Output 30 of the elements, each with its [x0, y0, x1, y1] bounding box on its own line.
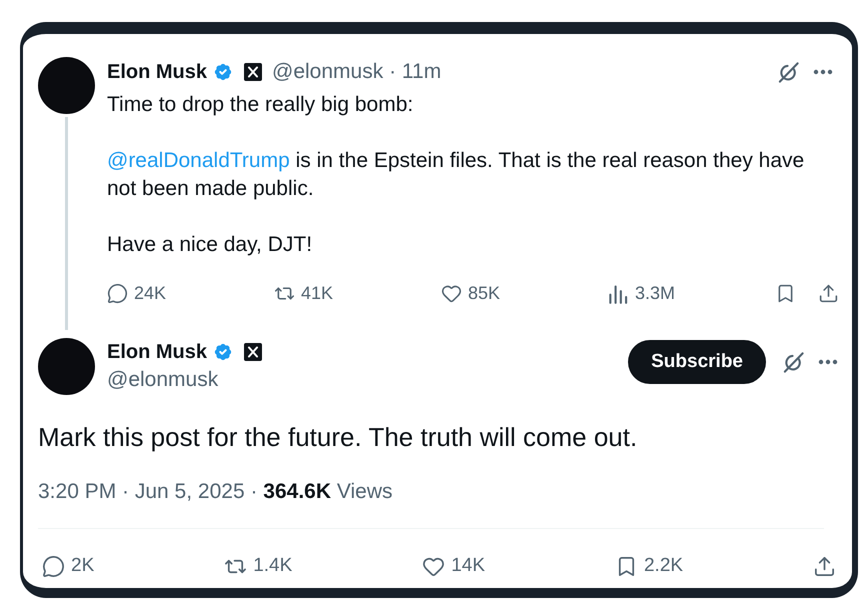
- author-name[interactable]: Elon Musk: [107, 337, 208, 367]
- reply-button[interactable]: 24K: [107, 280, 166, 306]
- share-button[interactable]: [813, 554, 836, 578]
- post-text: Time to drop the really big bomb:: [107, 92, 414, 118]
- share-icon: [813, 554, 836, 578]
- subscribe-button[interactable]: Subscribe: [628, 340, 766, 384]
- more-icon[interactable]: [813, 69, 833, 75]
- share-icon: [818, 282, 839, 304]
- post-text: Mark this post for the future. The truth will come out.: [38, 421, 638, 453]
- repost-button[interactable]: 1.4K: [224, 552, 292, 580]
- share-button[interactable]: [818, 282, 839, 304]
- bar-chart-icon: [608, 282, 629, 304]
- post-text: @realDonaldTrump is in the Epstein files. That is the real reason they have not been made public.: [107, 148, 806, 202]
- reply-button[interactable]: 2K: [42, 552, 94, 580]
- speech-bubble-icon: [42, 554, 65, 578]
- like-button[interactable]: 14K: [422, 552, 486, 580]
- views-button[interactable]: 3.3M: [608, 280, 676, 306]
- post-text: Have a nice day, DJT!: [107, 232, 314, 258]
- author-name[interactable]: Elon Musk: [107, 57, 208, 87]
- slashed-circle-icon[interactable]: [777, 60, 800, 84]
- speech-bubble-icon: [107, 282, 128, 304]
- slashed-circle-icon[interactable]: [782, 350, 805, 374]
- post-timestamp: 3:20 PM · Jun 5, 2025 · 364.6K Views: [38, 479, 394, 505]
- bookmark-button[interactable]: 2.2K: [614, 552, 684, 580]
- author-handle: @elonmusk · 11m: [272, 59, 442, 86]
- repost-button[interactable]: 41K: [274, 280, 334, 306]
- author-handle: @elonmusk: [107, 367, 220, 393]
- heart-icon: [441, 282, 462, 304]
- like-button[interactable]: 85K: [441, 280, 500, 306]
- more-icon[interactable]: [818, 359, 838, 365]
